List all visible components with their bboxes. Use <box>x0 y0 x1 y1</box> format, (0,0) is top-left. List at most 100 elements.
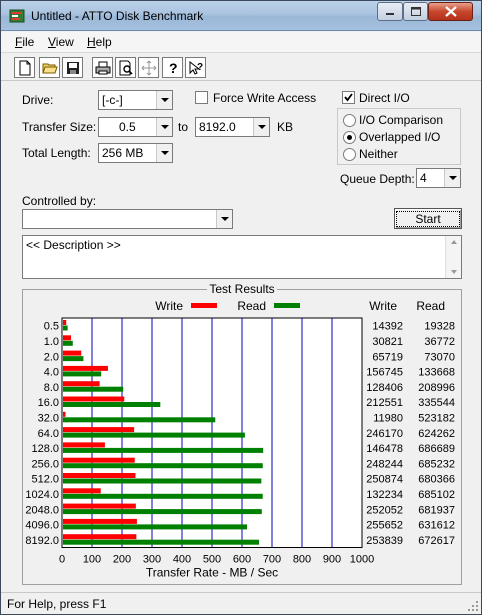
minimize-button[interactable] <box>377 2 403 21</box>
y-tick-label: 4096.0 <box>25 520 59 532</box>
write-value: 11980 <box>373 412 403 424</box>
write-bar <box>63 473 136 478</box>
toolbar: ? ? <box>1 52 481 81</box>
direct-io-label: Direct I/O <box>359 91 410 105</box>
transfer-size-from-select[interactable]: 0.5 <box>98 117 173 137</box>
maximize-icon <box>410 7 421 16</box>
write-bar <box>63 381 100 387</box>
print-icon <box>95 61 110 74</box>
x-tick-label: 300 <box>143 554 161 566</box>
status-text: For Help, press F1 <box>7 597 107 611</box>
neither-radio[interactable] <box>343 148 356 161</box>
transfer-size-to-select[interactable]: 8192.0 <box>195 117 270 137</box>
transfer-size-label: Transfer Size: <box>22 120 97 134</box>
y-tick-label: 256.0 <box>31 458 59 470</box>
resize-grip-icon[interactable] <box>467 600 479 612</box>
write-value: 132234 <box>366 489 403 501</box>
window-title: Untitled - ATTO Disk Benchmark <box>31 9 204 23</box>
x-axis-title: Transfer Rate - MB / Sec <box>146 566 278 580</box>
results-chart: 0 100 200 300 400 500 600 700 800 900 1000 Transfer… <box>25 299 455 580</box>
read-bar <box>63 325 68 331</box>
write-value: 248244 <box>366 458 403 470</box>
read-value: 631612 <box>418 520 455 532</box>
neither-label: Neither <box>359 147 398 161</box>
context-help-button[interactable]: ? <box>185 57 206 78</box>
read-bar <box>63 463 263 469</box>
move-button[interactable] <box>138 57 159 78</box>
maximize-button[interactable] <box>403 2 428 21</box>
overlapped-io-label: Overlapped I/O <box>359 130 441 144</box>
overlapped-io-radio[interactable] <box>343 131 356 144</box>
kb-label: KB <box>277 120 294 134</box>
y-tick-label: 32.0 <box>38 412 59 424</box>
read-value: 624262 <box>418 428 455 440</box>
write-value: 212551 <box>366 397 403 409</box>
description-textarea[interactable]: << Description >> <box>22 235 462 279</box>
write-value: 250874 <box>366 474 403 486</box>
app-window: Untitled - ATTO Disk Benchmark File View… <box>0 0 482 615</box>
y-tick-label: 8.0 <box>44 382 59 394</box>
y-tick-label: 512.0 <box>31 474 59 486</box>
read-value: 681937 <box>418 504 455 516</box>
checkmark-icon <box>344 93 353 102</box>
x-tick-label: 800 <box>293 554 311 566</box>
write-bar <box>63 534 137 540</box>
force-write-checkbox[interactable] <box>195 91 208 104</box>
save-button[interactable] <box>62 57 83 78</box>
menu-view[interactable]: View <box>48 35 74 49</box>
read-value: 335544 <box>418 397 455 409</box>
to-label: to <box>178 120 189 134</box>
description-scrollbar[interactable] <box>445 236 461 278</box>
help-button[interactable]: ? <box>162 57 183 78</box>
svg-text:?: ? <box>169 60 178 76</box>
queue-depth-select[interactable]: 4 <box>416 168 461 188</box>
total-length-select[interactable]: 256 MB <box>98 143 173 163</box>
open-button[interactable] <box>39 57 60 78</box>
move-icon <box>141 60 156 75</box>
title-bar: Untitled - ATTO Disk Benchmark <box>1 1 481 31</box>
menu-help[interactable]: Help <box>87 35 112 49</box>
write-value: 253839 <box>366 535 403 547</box>
y-tick-label: 2048.0 <box>25 504 59 516</box>
write-value: 65719 <box>372 351 403 363</box>
scroll-arrows-icon <box>451 240 457 274</box>
drive-select[interactable]: [-c-] <box>98 90 173 110</box>
read-value: 685102 <box>418 489 455 501</box>
x-tick-label: 200 <box>113 554 131 566</box>
x-tick-label: 0 <box>59 554 65 566</box>
write-value: 255652 <box>366 520 403 532</box>
chevron-down-icon <box>253 118 269 136</box>
y-tick-label: 64.0 <box>38 428 59 440</box>
start-button[interactable]: Start <box>394 208 462 229</box>
new-button[interactable] <box>14 57 35 78</box>
read-value: 686689 <box>418 443 455 455</box>
io-comparison-radio[interactable] <box>343 114 356 127</box>
direct-io-checkbox[interactable] <box>342 91 355 104</box>
drive-label: Drive: <box>22 93 54 107</box>
read-bar <box>63 386 124 392</box>
y-tick-label: 16.0 <box>38 397 59 409</box>
print-preview-button[interactable] <box>115 57 136 78</box>
x-tick-label: 100 <box>83 554 101 566</box>
status-bar: For Help, press F1 <box>1 592 481 614</box>
close-button[interactable] <box>428 2 473 21</box>
chevron-down-icon <box>156 118 172 136</box>
print-button[interactable] <box>92 57 113 78</box>
minimize-icon <box>386 12 394 15</box>
controlled-by-select[interactable] <box>22 209 233 229</box>
x-tick-label: 500 <box>203 554 221 566</box>
save-icon <box>66 61 79 74</box>
read-bar <box>63 356 84 362</box>
legend-read-label: Read <box>237 299 266 313</box>
read-bar <box>63 539 260 545</box>
menu-file[interactable]: File <box>15 35 34 49</box>
menu-bar: File View Help <box>1 32 481 52</box>
write-bar <box>63 365 108 371</box>
x-tick-label: 1000 <box>350 554 374 566</box>
read-column-header: Read <box>416 299 445 313</box>
x-tick-label: 400 <box>173 554 191 566</box>
read-bar <box>63 447 264 453</box>
read-value: 523182 <box>418 412 455 424</box>
write-bar <box>63 503 136 509</box>
legend-write-swatch <box>191 303 217 308</box>
